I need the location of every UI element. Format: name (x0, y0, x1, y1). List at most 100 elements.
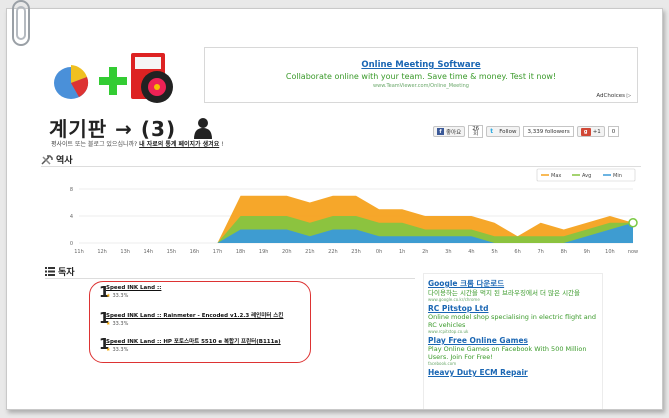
history-section-heading: 역사 (41, 153, 73, 166)
facebook-like-label: 좋아요 (446, 129, 462, 136)
history-section-label: 역사 (56, 156, 73, 166)
reader-rating: 33.3% (112, 347, 129, 353)
x-tick-label: 17h (213, 249, 223, 255)
google-plus-label: +1 (592, 128, 601, 135)
reader-link[interactable]: Speed INK Land :: Rainmeter - Encoded v1… (106, 311, 283, 319)
person-icon (194, 118, 212, 139)
x-tick-label: 0h (376, 249, 382, 255)
twitter-followers-count: 3,339 followers (523, 126, 574, 137)
reader-rank: 1 (99, 309, 110, 327)
x-tick-label: 22h (328, 249, 338, 255)
twitter-follow-button[interactable]: t Follow (486, 126, 521, 137)
social-bar: f 좋아요 26 회 t Follow 3,339 followers g +1 0 (433, 125, 620, 138)
ad-desc: 다이용하는 시간을 먹지 된 브라우징에서 더 많은 시간을 (428, 289, 581, 297)
reader-link[interactable]: Speed INK Land :: (106, 285, 161, 291)
reader-rank: 1 (99, 283, 110, 301)
reader-meta: ★ 33.3% (106, 347, 281, 353)
subtitle-text: 평사이트 또는 블로그 있으십니까? (51, 141, 138, 148)
page-frame: Online Meeting Software Collaborate onli… (6, 8, 663, 410)
list-item[interactable]: 1 Speed INK Land :: HP 포토스마트 5510 e 복합기 … (99, 335, 281, 354)
traffic-chart: 0 4 8 11h 12h 13h 14h 15h 16h 17h 18h 19h 20h 21h 22h 2… (70, 168, 638, 255)
facebook-count-unit: 회 (473, 131, 479, 137)
twitter-icon: t (490, 128, 494, 135)
adchoices-link[interactable]: AdChoices ▷ (596, 93, 631, 99)
subtitle-tail: ! (221, 141, 224, 148)
x-tick-label: 12h (97, 249, 107, 255)
top-ad-title[interactable]: Online Meeting Software (205, 60, 637, 70)
y-tick-label: 8 (70, 187, 73, 193)
reader-rank: 1 (99, 335, 110, 353)
x-tick-label: 4h (468, 249, 474, 255)
x-tick-label: 6h (514, 249, 520, 255)
reader-meta: ★ 33.3% (106, 293, 161, 299)
x-tick-label: 10h (605, 249, 615, 255)
ad-item[interactable]: Google 크롬 다운로드 다이용하는 시간을 먹지 된 브라우징에서 더 많… (428, 278, 598, 302)
legend-label: Max (551, 173, 561, 179)
x-tick-label: 1h (399, 249, 405, 255)
x-tick-label: 3h (445, 249, 451, 255)
top-ad-url[interactable]: www.TeamViewer.com/Online_Meeting (205, 83, 637, 89)
x-tick-label: 8h (561, 249, 567, 255)
y-tick-label: 0 (70, 241, 73, 247)
x-tick-label: 2h (422, 249, 428, 255)
readers-section-heading: 독자 (45, 265, 75, 278)
adchoices-label: AdChoices (596, 93, 626, 99)
ad-item[interactable]: RC Pitstop Ltd Online model shop special… (428, 304, 598, 334)
readers-divider (45, 278, 415, 279)
ad-url[interactable]: www.google.co.kr/chrome (428, 297, 598, 302)
x-tick-label: 16h (190, 249, 200, 255)
page-subtitle: 평사이트 또는 블로그 있으십니까? 내 자료의 통계 페이지가 생겨요 ! (51, 139, 224, 148)
list-item[interactable]: 1 Speed INK Land :: Rainmeter - Encoded … (99, 309, 283, 328)
ad-desc: Online model shop specialising in electr… (428, 313, 597, 329)
stats-page-link[interactable]: 내 자료의 통계 페이지가 생겨요 (139, 141, 219, 148)
ad-title[interactable]: RC Pitstop Ltd (428, 304, 598, 313)
facebook-like-button[interactable]: f 좋아요 (433, 126, 466, 137)
ad-title[interactable]: Play Free Online Games (428, 336, 598, 345)
google-plus-button[interactable]: g +1 (576, 126, 605, 137)
right-ad-block: Google 크롬 다운로드 다이용하는 시간을 먹지 된 브라우징에서 더 많… (423, 273, 603, 409)
ad-desc: Play Online Games on Facebook With 500 M… (428, 345, 587, 361)
star-icon: ★ (106, 293, 111, 299)
reader-rating: 33.3% (112, 293, 129, 299)
star-icon: ★ (106, 347, 111, 353)
ad-title[interactable]: Google 크롬 다운로드 (428, 278, 598, 289)
paperclip-inner (16, 6, 26, 40)
list-icon (45, 267, 55, 276)
x-tick-label: 5h (491, 249, 497, 255)
ad-url[interactable]: facebook.com (428, 361, 598, 366)
legend-label: Min (613, 173, 622, 179)
top-ad-text: Collaborate online with your team. Save … (285, 72, 557, 81)
x-tick-label: 13h (120, 249, 130, 255)
top-ad-banner[interactable]: Online Meeting Software Collaborate onli… (204, 47, 638, 103)
ad-title[interactable]: Heavy Duty ECM Repair (428, 368, 598, 377)
google-plus-count: 0 (607, 126, 620, 137)
star-icon: ★ (106, 321, 111, 327)
adchoices-icon: ▷ (626, 93, 631, 99)
facebook-like-count: 26 회 (468, 125, 484, 138)
readers-section-label: 독자 (58, 268, 75, 278)
reader-rating: 33.3% (112, 321, 129, 327)
x-tick-label: 19h (259, 249, 269, 255)
reader-meta: ★ 33.3% (106, 321, 283, 327)
facebook-icon: f (437, 128, 444, 135)
x-tick-label: 18h (236, 249, 246, 255)
x-tick-label: 21h (305, 249, 315, 255)
x-tick-label: 20h (282, 249, 292, 255)
ad-item[interactable]: Heavy Duty ECM Repair (428, 368, 598, 377)
now-marker (628, 218, 638, 228)
x-tick-label: 9h (584, 249, 590, 255)
x-tick-label: 23h (351, 249, 361, 255)
reader-link[interactable]: Speed INK Land :: HP 포토스마트 5510 e 복합기 프린… (106, 337, 281, 345)
ad-url[interactable]: www.rcpitstop.co.uk (428, 329, 598, 334)
ad-item[interactable]: Play Free Online Games Play Online Games… (428, 336, 598, 366)
twitter-follow-label: Follow (499, 128, 517, 135)
y-tick-label: 4 (70, 214, 73, 220)
x-tick-label: 11h (74, 249, 84, 255)
x-tick-label: now (628, 249, 638, 255)
page-title: 계기판 → (3) (49, 117, 177, 141)
google-plus-icon: g (580, 127, 591, 136)
site-logo (54, 53, 173, 103)
legend-label: Avg (582, 173, 591, 179)
list-item[interactable]: 1 Speed INK Land :: ★ 33.3% (99, 285, 161, 300)
x-tick-label: 14h (143, 249, 153, 255)
